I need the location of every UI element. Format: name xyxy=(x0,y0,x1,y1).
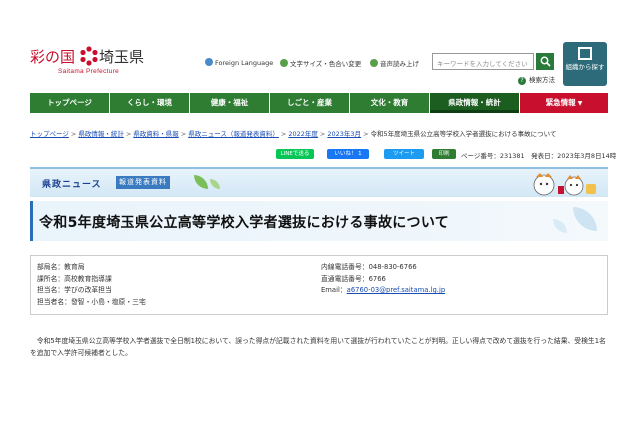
breadcrumb-link[interactable]: 2023年3月 xyxy=(327,130,361,138)
logo-subtitle: Saitama Prefecture xyxy=(58,68,120,75)
org-search-label: 組織から探す xyxy=(565,63,605,71)
breadcrumb-separator: > xyxy=(180,130,187,138)
facebook-like-button[interactable]: いいね！ 1 xyxy=(327,149,369,159)
global-nav: トップページ くらし・環境 健康・福祉 しごと・産業 文化・教育 県政情報・統計… xyxy=(30,93,608,113)
breadcrumb-separator: > xyxy=(125,130,132,138)
extension-phone: 内線電話番号：048-830-6766 xyxy=(321,263,417,271)
contact-right-column: 内線電話番号：048-830-6766 直通電話番号：6766 Email：a6… xyxy=(321,262,445,297)
search-button[interactable] xyxy=(536,53,554,70)
foreign-language-link[interactable]: Foreign Language xyxy=(205,58,273,67)
page-title-area: 令和5年度埼玉県公立高等学校入学者選抜における事故について xyxy=(30,201,608,241)
print-button[interactable]: 印刷 xyxy=(432,149,456,159)
search-help-label: 検索方法 xyxy=(529,76,555,84)
search-icon xyxy=(540,56,551,67)
read-aloud-label: 音声読み上げ xyxy=(380,60,419,68)
email-link[interactable]: a6760-03@pref.saitama.lg.jp xyxy=(347,286,446,294)
line-share-label: LINEで送る xyxy=(280,151,310,157)
division: 課所名：高校教育指導課 xyxy=(37,274,112,283)
chevron-down-icon: ▼ xyxy=(577,100,583,107)
nav-label: 緊急情報 xyxy=(545,98,576,107)
breadcrumb-separator: > xyxy=(363,130,369,138)
nav-item-emergency[interactable]: 緊急情報 ▼ xyxy=(520,93,608,113)
breadcrumb-current: 令和5年度埼玉県公立高等学校入学者選抜における事故について xyxy=(370,130,557,138)
text-size-icon xyxy=(280,59,288,67)
contact-info-box: 部局名：教育局 課所名：高校教育指導課 担当名：学びの改革担当 担当者名：發智・… xyxy=(30,255,608,315)
page-title: 令和5年度埼玉県公立高等学校入学者選抜における事故について xyxy=(39,215,450,231)
read-aloud-link[interactable]: 音声読み上げ xyxy=(370,58,419,68)
breadcrumb-separator: > xyxy=(319,130,326,138)
page-info: ページ番号：231381 発表日：2023年3月8日14時 xyxy=(461,152,617,160)
contact-left-column: 部局名：教育局 課所名：高校教育指導課 担当名：学びの改革担当 担当者名：發智・… xyxy=(37,262,146,308)
nav-item-culture[interactable]: 文化・教育 xyxy=(350,93,430,113)
article-body: 令和5年度埼玉県公立高等学校入学者選抜で全日制1校において、誤った得点が記載され… xyxy=(30,337,606,357)
org-search-button[interactable]: 組織から探す xyxy=(563,42,607,86)
foreign-language-label: Foreign Language xyxy=(215,59,274,67)
section: 担当名：学びの改革担当 xyxy=(37,286,112,294)
search-input[interactable]: キーワードを入力してください xyxy=(432,53,534,70)
search-help-link[interactable]: ? 検索方法 xyxy=(518,74,555,85)
department: 部局名：教育局 xyxy=(37,263,85,271)
nav-label: 健康・福祉 xyxy=(210,98,249,107)
banner-subtitle: 報道発表資料 xyxy=(116,176,170,189)
banner-title: 県政ニュース xyxy=(42,180,102,190)
breadcrumb-link[interactable]: 県政情報・統計 xyxy=(78,130,124,138)
nav-item-prefgov[interactable]: 県政情報・統計 xyxy=(430,93,520,113)
speaker-icon xyxy=(370,59,378,67)
email-label: Email： xyxy=(321,286,347,294)
globe-icon xyxy=(205,58,213,66)
tweet-label: ツイート xyxy=(392,151,415,157)
site-logo[interactable]: 彩の国 埼玉県 Saitama Prefecture xyxy=(30,46,155,80)
breadcrumb: トップページ > 県政情報・統計 > 県政資料・県報 > 県政ニュース（報道発表資料） >20… xyxy=(30,128,620,138)
direct-phone: 直通電話番号：6766 xyxy=(321,274,386,283)
email-row: Email：a6760-03@pref.saitama.lg.jp xyxy=(321,285,445,297)
line-share-button[interactable]: LINEで送る xyxy=(276,149,314,159)
nav-label: トップページ xyxy=(47,98,92,107)
breadcrumb-link[interactable]: 県政資料・県報 xyxy=(133,130,179,138)
breadcrumb-separator: > xyxy=(70,130,77,138)
mascot-illustration xyxy=(533,173,596,196)
nav-label: 県政情報・統計 xyxy=(448,98,501,107)
like-label: いいね！ 1 xyxy=(334,151,362,157)
print-label: 印刷 xyxy=(438,151,450,157)
staff-names: 担当者名：發智・小島・塩原・三宅 xyxy=(37,297,146,306)
nav-label: 文化・教育 xyxy=(370,98,409,107)
nav-label: しごと・産業 xyxy=(287,98,332,107)
help-icon: ? xyxy=(518,77,526,85)
building-icon xyxy=(578,47,592,60)
nav-item-work[interactable]: しごと・産業 xyxy=(270,93,350,113)
leaf-decoration xyxy=(194,175,208,189)
breadcrumb-separator: > xyxy=(280,130,287,138)
tweet-button[interactable]: ツイート xyxy=(384,149,424,159)
breadcrumb-link[interactable]: トップページ xyxy=(30,130,69,138)
nav-item-life[interactable]: くらし・環境 xyxy=(110,93,190,113)
text-size-label: 文字サイズ・色合い変更 xyxy=(290,60,362,68)
nav-label: くらし・環境 xyxy=(127,98,172,107)
logo-prefix: 彩の国 xyxy=(30,48,76,66)
prefecture-emblem-icon xyxy=(80,46,98,66)
leaf-decoration xyxy=(553,219,567,233)
nav-item-top[interactable]: トップページ xyxy=(30,93,110,113)
logo-name: 埼玉県 xyxy=(99,48,145,66)
nav-item-health[interactable]: 健康・福祉 xyxy=(190,93,270,113)
text-size-link[interactable]: 文字サイズ・色合い変更 xyxy=(280,58,361,68)
leaf-decoration xyxy=(573,207,597,231)
breadcrumb-link[interactable]: 県政ニュース（報道発表資料） xyxy=(188,130,279,138)
site-header: 彩の国 埼玉県 Saitama Prefecture Foreign Langua… xyxy=(0,0,640,92)
breadcrumb-link[interactable]: 2022年度 xyxy=(288,130,318,138)
leaf-decoration xyxy=(210,179,220,189)
